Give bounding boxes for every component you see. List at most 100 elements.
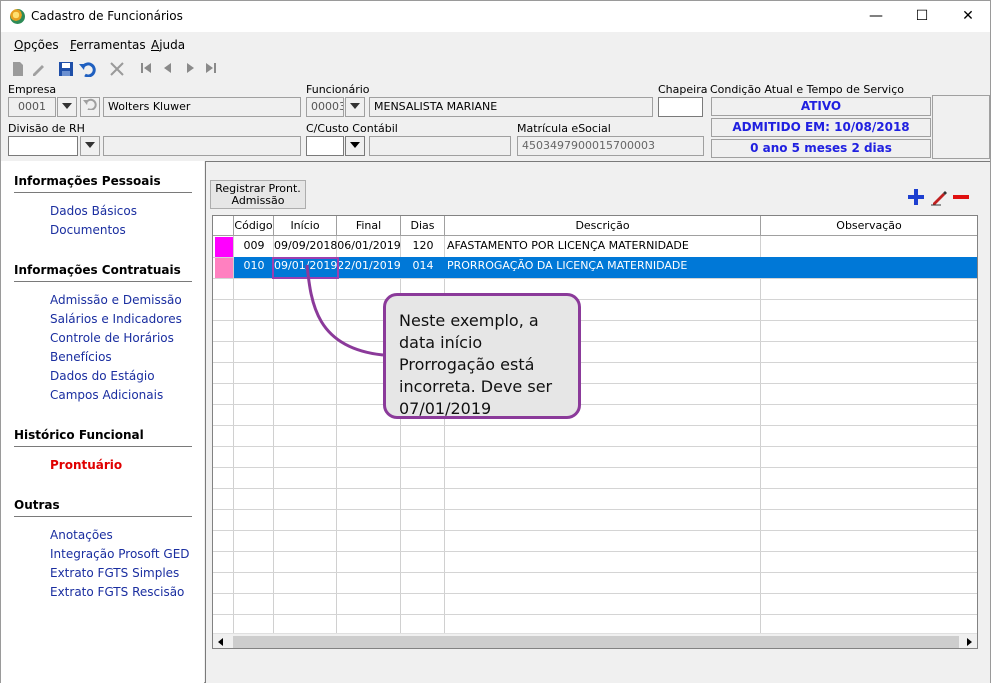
menu-ferramentas[interactable]: Ferramentas — [70, 38, 146, 52]
section-outras: Outras — [14, 498, 60, 512]
grid-row-line — [213, 404, 977, 405]
title-bar: Cadastro de Funcionários — ☐ ✕ — [1, 1, 990, 32]
divisao-name-field[interactable] — [103, 136, 301, 156]
chapeira-label: Chapeira — [658, 83, 708, 96]
grid-row-line — [213, 530, 977, 531]
grid-row-line — [213, 593, 977, 594]
grid-row-line — [213, 383, 977, 384]
section-historico-funcional: Histórico Funcional — [14, 428, 144, 442]
scroll-left-icon[interactable] — [216, 637, 226, 647]
save-icon[interactable] — [57, 61, 75, 79]
app-icon — [10, 9, 25, 24]
header-dias[interactable]: Dias — [401, 216, 445, 236]
funcionario-code-field[interactable]: 00003 — [306, 97, 344, 117]
esocial-field[interactable]: 4503497900015700003 — [517, 136, 704, 156]
link-documentos[interactable]: Documentos — [50, 223, 126, 237]
cell-final[interactable]: 06/01/2019 — [337, 237, 401, 257]
custo-dropdown-button[interactable] — [345, 136, 365, 156]
link-salarios-indicadores[interactable]: Salários e Indicadores — [50, 312, 182, 326]
close-button[interactable]: ✕ — [945, 1, 991, 32]
link-campos-adicionais[interactable]: Campos Adicionais — [50, 388, 163, 402]
empresa-name-field[interactable]: Wolters Kluwer — [103, 97, 301, 117]
empresa-label: Empresa — [8, 83, 57, 96]
cell-inicio[interactable]: 09/09/2018 — [274, 237, 337, 257]
link-dados-basicos[interactable]: Dados Básicos — [50, 204, 137, 218]
register-admission-button[interactable]: Registrar Pront. Admissão — [210, 180, 306, 209]
new-icon[interactable] — [9, 61, 27, 79]
grid-row-line — [213, 614, 977, 615]
link-extrato-fgts-rescisao[interactable]: Extrato FGTS Rescisão — [50, 585, 184, 599]
edit-pen-icon[interactable] — [930, 188, 948, 206]
first-icon[interactable] — [137, 61, 155, 79]
link-controle-horarios[interactable]: Controle de Horários — [50, 331, 174, 345]
header-descricao[interactable]: Descrição — [445, 216, 761, 236]
scroll-right-icon[interactable] — [964, 637, 974, 647]
header-observacao[interactable]: Observação — [761, 216, 977, 236]
link-extrato-fgts-simples[interactable]: Extrato FGTS Simples — [50, 566, 179, 580]
funcionario-dropdown-button[interactable] — [345, 97, 365, 117]
link-prontuario[interactable]: Prontuário — [50, 458, 122, 472]
custo-code-field[interactable] — [306, 136, 344, 156]
minimize-button[interactable]: — — [853, 1, 899, 32]
link-dados-estagio[interactable]: Dados do Estágio — [50, 369, 155, 383]
divider — [14, 516, 192, 517]
section-informacoes-pessoais: Informações Pessoais — [14, 174, 161, 188]
custo-label: C/Custo Contábil — [306, 122, 398, 135]
cell-descricao[interactable]: AFASTAMENTO POR LICENÇA MATERNIDADE — [447, 237, 759, 257]
next-icon[interactable] — [181, 61, 199, 79]
funcionario-label: Funcionário — [306, 83, 370, 96]
empresa-dropdown-button[interactable] — [57, 97, 77, 117]
horizontal-scrollbar[interactable] — [213, 633, 977, 648]
grid-row-line — [213, 446, 977, 447]
header-codigo[interactable]: Código — [234, 216, 274, 236]
divider — [14, 446, 192, 447]
menu-opcoes[interactable]: Opções — [14, 38, 59, 52]
add-icon[interactable] — [907, 188, 925, 206]
link-integracao-ged[interactable]: Integração Prosoft GED — [50, 547, 190, 561]
undo-icon[interactable] — [79, 61, 97, 79]
grid-row-line — [213, 488, 977, 489]
last-icon[interactable] — [202, 61, 220, 79]
header-inicio[interactable]: Início — [274, 216, 337, 236]
menu-ajuda[interactable]: Ajuda — [151, 38, 185, 52]
grid-row-line — [213, 572, 977, 573]
condicao-label: Condição Atual e Tempo de Serviço — [710, 83, 905, 96]
empresa-refresh-icon[interactable] — [80, 97, 100, 117]
grid-row-line — [213, 551, 977, 552]
divider — [14, 192, 192, 193]
funcionario-name-field[interactable]: MENSALISTA MARIANE — [369, 97, 653, 117]
cell-codigo[interactable]: 009 — [234, 237, 274, 257]
cancel-icon[interactable] — [108, 61, 126, 79]
empresa-code-field[interactable]: 0001 — [8, 97, 56, 117]
chapeira-field[interactable] — [658, 97, 703, 117]
window-title: Cadastro de Funcionários — [31, 9, 183, 23]
prev-icon[interactable] — [159, 61, 177, 79]
maximize-button[interactable]: ☐ — [899, 1, 945, 32]
divider — [14, 281, 192, 282]
register-button-line2: Admissão — [231, 194, 285, 207]
cell-codigo[interactable]: 010 — [234, 257, 274, 277]
annotation-callout: Neste exemplo, a data início Prorrogação… — [383, 293, 581, 419]
application-window: Cadastro de Funcionários — ☐ ✕ Opções Fe… — [0, 0, 991, 683]
link-beneficios[interactable]: Benefícios — [50, 350, 112, 364]
cell-dias[interactable]: 014 — [401, 257, 445, 277]
divisao-dropdown-button[interactable] — [80, 136, 100, 156]
edit-icon[interactable] — [29, 61, 47, 79]
cell-dias[interactable]: 120 — [401, 237, 445, 257]
cell-descricao[interactable]: PRORROGAÇÃO DA LICENÇA MATERNIDADE — [447, 257, 759, 277]
divisao-label: Divisão de RH — [8, 122, 85, 135]
menu-bar: Opções Ferramentas Ajuda — [1, 32, 990, 58]
photo-frame[interactable] — [932, 95, 990, 159]
link-admissao-demissao[interactable]: Admissão e Demissão — [50, 293, 182, 307]
header-final[interactable]: Final — [337, 216, 401, 236]
grid-row-line — [213, 467, 977, 468]
divisao-code-field[interactable] — [8, 136, 78, 156]
scrollbar-thumb[interactable] — [233, 636, 959, 648]
status-badge-ativo: ATIVO — [711, 97, 931, 116]
remove-icon[interactable] — [952, 188, 970, 206]
header-indicator — [213, 216, 234, 236]
status-badge-tempo: 0 ano 5 meses 2 dias — [711, 139, 931, 158]
toolbar — [1, 58, 990, 82]
custo-name-field[interactable] — [369, 136, 511, 156]
link-anotacoes[interactable]: Anotações — [50, 528, 113, 542]
